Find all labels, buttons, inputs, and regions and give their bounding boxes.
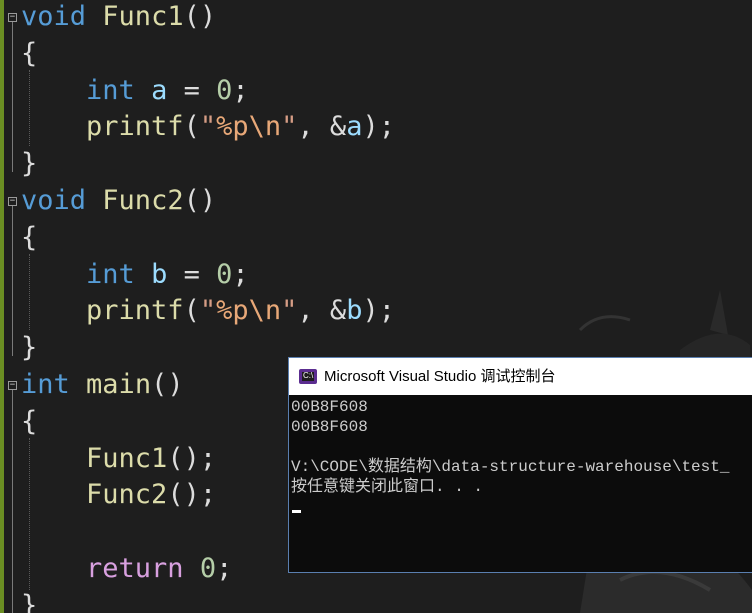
code-line[interactable]: int main() (21, 366, 184, 403)
code-line[interactable]: int b = 0; (21, 256, 249, 293)
code-token: = (167, 258, 217, 290)
output-line: V:\CODE\数据结构\data-structure-warehouse\te… (291, 458, 730, 476)
code-token: Func1 (86, 442, 168, 474)
code-line[interactable]: Func2(); (21, 476, 216, 513)
code-token: ( (183, 295, 200, 327)
code-line[interactable]: return 0; (21, 550, 232, 587)
code-token: return (86, 553, 184, 584)
code-token: () (183, 1, 217, 32)
code-token: void (21, 185, 87, 216)
code-token: int (21, 369, 70, 400)
code-token: } (21, 148, 38, 180)
code-token: printf (86, 111, 184, 143)
code-line[interactable]: Func1(); (21, 440, 216, 477)
collapse-main-icon[interactable]: − (8, 381, 17, 390)
code-token: " (199, 295, 217, 327)
code-token: { (21, 221, 38, 253)
code-token: " (281, 111, 298, 143)
output-line: 按任意键关闭此窗口. . . (291, 478, 484, 496)
code-line[interactable]: void Func1() (21, 0, 216, 35)
output-line: 00B8F608 (291, 418, 368, 436)
collapse-func2-icon[interactable]: − (8, 197, 17, 206)
code-token: main (86, 369, 152, 400)
code-token: () (151, 369, 184, 400)
code-token: ; (216, 553, 233, 584)
text-cursor (292, 510, 301, 513)
code-line[interactable]: } (21, 329, 37, 366)
console-titlebar[interactable]: C:\ Microsoft Visual Studio 调试控制台 (289, 358, 752, 395)
code-token: printf (86, 295, 184, 327)
code-token: } (21, 589, 38, 613)
code-token: void (21, 1, 87, 32)
code-token: { (21, 37, 38, 69)
code-token: Func2 (86, 479, 168, 511)
code-token: int (86, 258, 135, 290)
code-token: { (21, 405, 38, 437)
code-token: " (281, 295, 298, 327)
code-token: } (21, 332, 38, 364)
fold-line (12, 22, 13, 172)
code-line[interactable]: { (21, 403, 37, 440)
code-line[interactable]: int a = 0; (21, 72, 249, 109)
code-token: %p\n (216, 295, 282, 327)
output-line: 00B8F608 (291, 398, 368, 416)
code-token: Func1 (102, 1, 184, 32)
code-token: ; (232, 258, 249, 290)
code-token: , & (297, 111, 347, 143)
code-token: ; (232, 74, 249, 106)
code-token: (); (167, 479, 217, 511)
code-line[interactable]: } (21, 145, 37, 182)
code-token: Func2 (102, 185, 184, 216)
code-token: int (86, 74, 135, 106)
code-token: ); (362, 111, 395, 143)
collapse-func1-icon[interactable]: − (8, 13, 17, 22)
fold-line (12, 206, 13, 356)
code-token: = (167, 74, 217, 106)
console-app-icon: C:\ (299, 369, 317, 384)
code-token: 0 (216, 258, 233, 290)
code-line[interactable]: printf("%p\n", &b); (21, 292, 395, 329)
code-token: " (199, 111, 217, 143)
code-token: %p\n (216, 111, 282, 143)
code-token: () (183, 185, 217, 216)
code-line[interactable]: } (21, 587, 37, 613)
code-token: a (151, 74, 168, 106)
code-token: b (346, 295, 363, 327)
console-title: Microsoft Visual Studio 调试控制台 (324, 368, 556, 385)
code-token: ); (362, 295, 395, 327)
code-token: (); (167, 442, 217, 474)
code-token: 0 (216, 74, 233, 106)
console-output[interactable]: 00B8F608 00B8F608 V:\CODE\数据结构\data-stru… (290, 396, 752, 572)
code-line[interactable]: { (21, 35, 37, 72)
code-line[interactable]: { (21, 219, 37, 256)
code-line[interactable]: void Func2() (21, 182, 216, 219)
code-token: a (346, 111, 363, 143)
fold-line (12, 390, 13, 613)
debug-console-window[interactable]: C:\ Microsoft Visual Studio 调试控制台 00B8F6… (288, 357, 752, 573)
code-token: , & (297, 295, 347, 327)
code-token: 0 (199, 553, 217, 584)
code-token: b (151, 258, 168, 290)
code-line[interactable]: printf("%p\n", &a); (21, 108, 395, 145)
code-token: ( (183, 111, 200, 143)
